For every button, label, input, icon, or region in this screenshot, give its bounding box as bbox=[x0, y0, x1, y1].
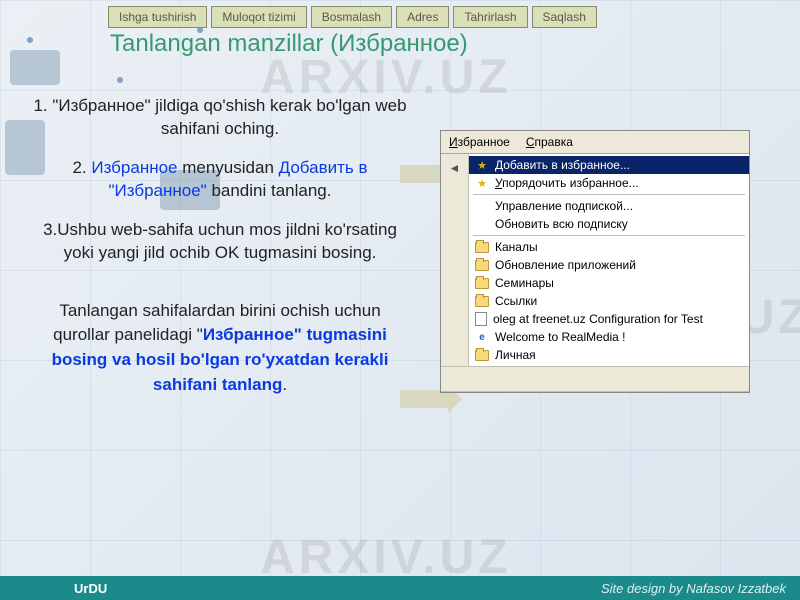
menu-favorites-label: збранное bbox=[458, 135, 510, 149]
step-2-pre: 2. bbox=[72, 158, 91, 177]
footer-credit: Site design by Nafasov Izzatbek bbox=[601, 581, 786, 596]
folder-personal[interactable]: Личная bbox=[469, 346, 749, 364]
page-icon bbox=[475, 312, 487, 326]
menu-item-label: Welcome to RealMedia ! bbox=[495, 330, 626, 344]
toolbar-print-button[interactable]: Bosmalash bbox=[311, 6, 392, 28]
menu-item-refresh-sub[interactable]: Обновить всю подписку bbox=[469, 215, 749, 233]
blank-icon bbox=[475, 199, 489, 213]
menu-item-label: Обновление приложений bbox=[495, 258, 636, 272]
paragraph: Tanlangan sahifalardan birini ochish uch… bbox=[30, 299, 410, 398]
step-1: 1. "Избранное" jildiga qo'shish kerak bo… bbox=[30, 95, 410, 141]
ie-icon: e bbox=[475, 330, 489, 344]
folder-icon bbox=[475, 260, 489, 271]
folder-app-updates[interactable]: Обновление приложений bbox=[469, 256, 749, 274]
menu-item-label: Семинары bbox=[495, 276, 554, 290]
slide-title: Tanlangan manzillar (Избранное) bbox=[110, 30, 468, 58]
bookmark-oleg[interactable]: oleg at freenet.uz Configuration for Tes… bbox=[469, 310, 749, 328]
toolbar-launch-button[interactable]: Ishga tushirish bbox=[108, 6, 207, 28]
panel-menubar: Избранное Справка bbox=[441, 131, 749, 154]
star-icon: ★ bbox=[475, 158, 489, 172]
menu-item-label: Каналы bbox=[495, 240, 538, 254]
toolbar: Ishga tushirish Muloqot tizimi Bosmalash… bbox=[108, 6, 597, 28]
folder-links[interactable]: Ссылки bbox=[469, 292, 749, 310]
folder-channels[interactable]: Каналы bbox=[469, 238, 749, 256]
menu-item-label: Упорядочить избранное... bbox=[495, 176, 639, 190]
step-2-mid: menyusidan bbox=[178, 158, 279, 177]
toolbar-save-button[interactable]: Saqlash bbox=[532, 6, 597, 28]
menu-help-label: правка bbox=[535, 135, 573, 149]
step-2-post: bandini tanlang. bbox=[207, 181, 332, 200]
step-3: 3.Ushbu web-sahifa uchun mos jildni ko'r… bbox=[30, 219, 410, 265]
menu-separator bbox=[473, 235, 745, 236]
menu-item-label: Обновить всю подписку bbox=[495, 217, 628, 231]
favorites-dropdown-list: ★ Добавить в избранное... ★ Упорядочить … bbox=[469, 154, 749, 366]
content-column: 1. "Избранное" jildiga qo'shish kerak bo… bbox=[30, 95, 410, 397]
para-post: . bbox=[282, 375, 287, 394]
footer-org: UrDU bbox=[14, 581, 107, 596]
folder-icon bbox=[475, 350, 489, 361]
folder-seminars[interactable]: Семинары bbox=[469, 274, 749, 292]
back-icon[interactable]: ◄ bbox=[444, 158, 466, 178]
folder-icon bbox=[475, 242, 489, 253]
step-2-hl1: Избранное bbox=[91, 158, 177, 177]
panel-left-strip: ◄ bbox=[441, 154, 469, 366]
bg-device bbox=[10, 50, 60, 85]
menu-item-organize[interactable]: ★ Упорядочить избранное... bbox=[469, 174, 749, 192]
menu-item-label: Личная bbox=[495, 348, 536, 362]
bookmark-realmedia[interactable]: e Welcome to RealMedia ! bbox=[469, 328, 749, 346]
menu-item-label: Добавить в избранное... bbox=[495, 158, 630, 172]
menu-item-label: oleg at freenet.uz Configuration for Tes… bbox=[493, 312, 703, 326]
panel-bottom-strip bbox=[441, 366, 749, 392]
toolbar-edit-button[interactable]: Tahrirlash bbox=[453, 6, 527, 28]
menu-item-label: Управление подпиской... bbox=[495, 199, 633, 213]
folder-icon bbox=[475, 278, 489, 289]
folder-icon bbox=[475, 296, 489, 307]
menu-separator bbox=[473, 194, 745, 195]
toolbar-dialog-button[interactable]: Muloqot tizimi bbox=[211, 6, 306, 28]
step-2: 2. Избранное menyusidan Добавить в "Избр… bbox=[30, 157, 410, 203]
toolbar-address-button[interactable]: Adres bbox=[396, 6, 449, 28]
menu-help[interactable]: Справка bbox=[518, 133, 581, 151]
star-icon: ★ bbox=[475, 176, 489, 190]
menu-favorites[interactable]: Избранное bbox=[441, 133, 518, 151]
favorites-panel: Избранное Справка ◄ ★ Добавить в избранн… bbox=[440, 130, 750, 393]
blank-icon bbox=[475, 217, 489, 231]
menu-item-subscription[interactable]: Управление подпиской... bbox=[469, 197, 749, 215]
menu-item-add-favorite[interactable]: ★ Добавить в избранное... bbox=[469, 156, 749, 174]
footer: UrDU Site design by Nafasov Izzatbek bbox=[0, 576, 800, 600]
menu-item-label: Ссылки bbox=[495, 294, 537, 308]
